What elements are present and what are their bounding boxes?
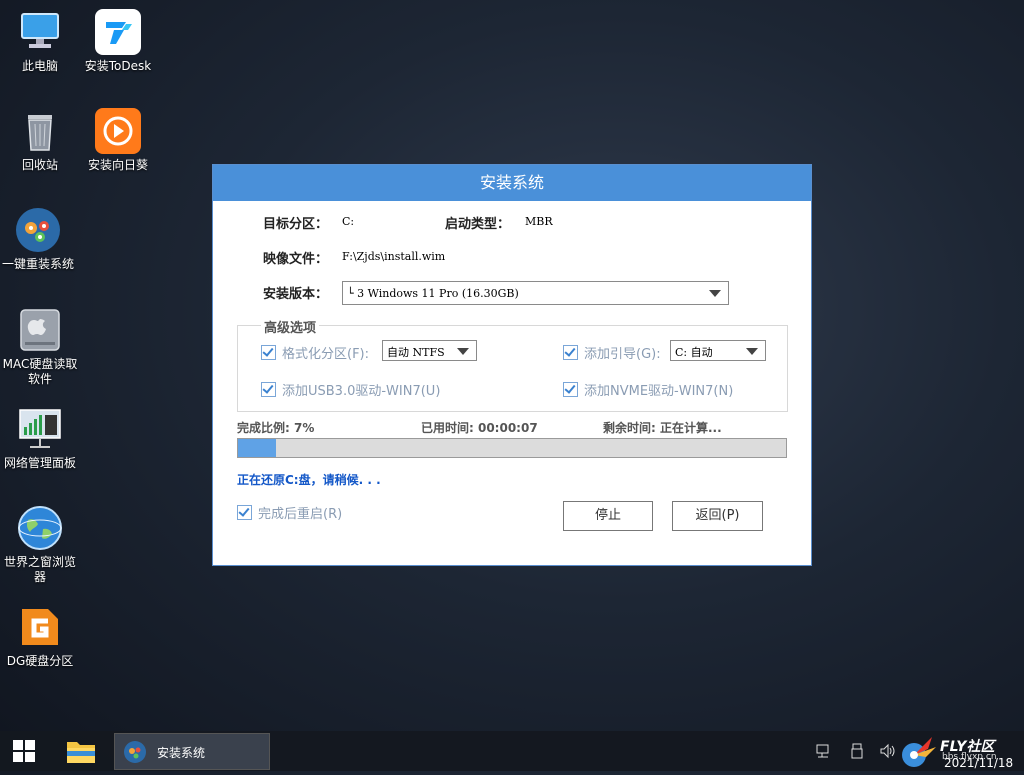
sunlogin-icon bbox=[94, 107, 142, 155]
desktop-icon-diskgenius[interactable]: DG硬盘分区 bbox=[0, 603, 80, 669]
boot-type-value: MBR bbox=[525, 215, 553, 228]
recycle-bin-icon bbox=[16, 107, 64, 155]
target-partition-value: C: bbox=[342, 215, 355, 228]
dialog-title: 安装系统 bbox=[213, 165, 811, 201]
taskbar-item-install-system[interactable]: 安装系统 bbox=[114, 733, 270, 770]
checkmark-icon bbox=[563, 345, 578, 360]
desktop-icon-label: MAC硬盘读取软件 bbox=[2, 357, 78, 386]
desktop-icon-mac-disk[interactable]: MAC硬盘读取软件 bbox=[0, 306, 80, 387]
computer-icon bbox=[16, 8, 64, 56]
file-explorer-button[interactable] bbox=[58, 731, 104, 771]
format-partition-select[interactable]: 自动 NTFS bbox=[382, 340, 477, 361]
desktop-icon-label: 网络管理面板 bbox=[3, 456, 76, 470]
back-button[interactable]: 返回(P) bbox=[672, 501, 763, 531]
install-version-value: └ 3 Windows 11 Pro (16.30GB) bbox=[347, 287, 519, 300]
chevron-down-icon bbox=[709, 290, 721, 297]
desktop-icon-network-panel[interactable]: 网络管理面板 bbox=[0, 405, 80, 471]
progress-bar bbox=[237, 438, 787, 458]
desktop-icon-label: 世界之窗浏览器 bbox=[3, 555, 76, 584]
checkmark-icon bbox=[563, 382, 578, 397]
desktop-icon-browser[interactable]: 世界之窗浏览器 bbox=[0, 504, 80, 585]
format-partition-label: 格式化分区(F): bbox=[282, 347, 370, 362]
remaining-time-label: 剩余时间: 正在计算... bbox=[603, 421, 722, 435]
todesk-icon bbox=[94, 8, 142, 56]
add-boot-select[interactable]: C: 自动 bbox=[670, 340, 766, 361]
windows-logo-icon bbox=[13, 740, 35, 762]
diskgenius-icon bbox=[16, 603, 64, 651]
taskbar-item-label: 安装系统 bbox=[157, 746, 206, 760]
restart-after-checkbox[interactable]: 完成后重启(R) bbox=[237, 503, 342, 522]
desktop-icon-label: 回收站 bbox=[21, 158, 58, 172]
start-button[interactable] bbox=[0, 731, 48, 771]
boot-type-label: 启动类型： bbox=[445, 217, 511, 232]
network-monitor-icon bbox=[16, 405, 64, 453]
desktop-icon-todesk[interactable]: 安装ToDesk bbox=[78, 8, 158, 74]
folder-icon bbox=[67, 742, 95, 763]
nvme-driver-checkbox[interactable]: 添加NVME驱动-WIN7(N) bbox=[563, 380, 733, 399]
taskbar: 安装系统 FLY社区 bbs.flyxp.cn 2021/11/18 bbox=[0, 731, 1024, 771]
usb3-driver-label: 添加USB3.0驱动-WIN7(U) bbox=[282, 384, 441, 399]
progress-bar-fill bbox=[238, 439, 277, 457]
image-file-value: F:\Zjds\install.wim bbox=[342, 250, 446, 263]
elapsed-time-label: 已用时间: 00:00:07 bbox=[421, 421, 538, 435]
clock-date[interactable]: 2021/11/18 bbox=[944, 756, 1013, 770]
format-partition-value: 自动 NTFS bbox=[387, 346, 445, 359]
add-boot-checkbox[interactable]: 添加引导(G): bbox=[563, 343, 661, 362]
format-partition-checkbox[interactable]: 格式化分区(F): bbox=[261, 343, 369, 362]
progress-ratio-label: 完成比例: 7% bbox=[237, 421, 315, 435]
chevron-down-icon bbox=[746, 347, 758, 355]
gears-icon bbox=[14, 206, 62, 254]
desktop-icon-label: 安装向日葵 bbox=[87, 158, 148, 172]
restoring-status-text: 正在还原C:盘，请稍候. . . bbox=[237, 473, 381, 487]
nvme-driver-label: 添加NVME驱动-WIN7(N) bbox=[584, 384, 734, 399]
stop-button[interactable]: 停止 bbox=[563, 501, 653, 531]
desktop-icon-label: 一键重装系统 bbox=[1, 257, 74, 271]
desktop-icon-recycle-bin[interactable]: 回收站 bbox=[0, 107, 80, 173]
desktop-icon-reinstall[interactable]: 一键重装系统 bbox=[0, 206, 78, 272]
checkmark-icon bbox=[261, 345, 276, 360]
fly-logo-icon bbox=[902, 737, 936, 767]
network-icon[interactable] bbox=[816, 743, 832, 763]
usb3-driver-checkbox[interactable]: 添加USB3.0驱动-WIN7(U) bbox=[261, 380, 440, 399]
usb-drive-icon[interactable] bbox=[850, 743, 864, 763]
apple-drive-icon bbox=[16, 306, 64, 354]
gears-icon bbox=[124, 741, 146, 763]
desktop-icon-label: 此电脑 bbox=[21, 59, 58, 73]
globe-icon bbox=[16, 504, 64, 552]
volume-icon[interactable] bbox=[879, 743, 897, 763]
chevron-down-icon bbox=[457, 347, 469, 355]
checkmark-icon bbox=[237, 505, 252, 520]
install-system-dialog: 安装系统 目标分区： C: 启动类型： MBR 映像文件： F:\Zjds\in… bbox=[212, 164, 812, 566]
desktop-icon-this-pc[interactable]: 此电脑 bbox=[0, 8, 80, 74]
checkmark-icon bbox=[261, 382, 276, 397]
add-boot-label: 添加引导(G): bbox=[584, 347, 661, 362]
restart-after-label: 完成后重启(R) bbox=[258, 507, 343, 522]
advanced-options-title: 高级选项 bbox=[261, 317, 320, 336]
desktop-icon-sunlogin[interactable]: 安装向日葵 bbox=[78, 107, 158, 173]
desktop-icon-label: 安装ToDesk bbox=[84, 59, 152, 73]
target-partition-label: 目标分区： bbox=[263, 217, 329, 232]
add-boot-value: C: 自动 bbox=[675, 346, 713, 359]
install-version-select[interactable]: └ 3 Windows 11 Pro (16.30GB) bbox=[342, 281, 729, 305]
install-version-label: 安装版本： bbox=[263, 287, 329, 302]
desktop-icon-label: DG硬盘分区 bbox=[6, 654, 74, 668]
image-file-label: 映像文件： bbox=[263, 252, 329, 267]
